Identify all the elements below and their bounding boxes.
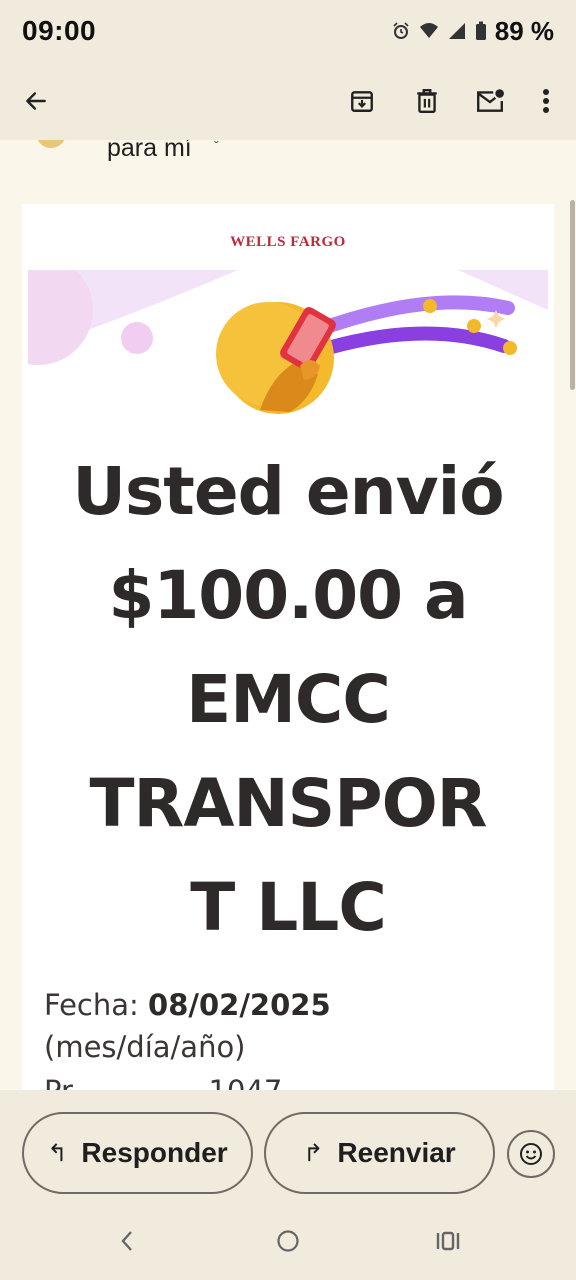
email-body: WELLS FARGO Usted envió $100.00 a EMCC T… xyxy=(22,204,554,1090)
nav-back-button[interactable] xyxy=(112,1226,142,1256)
email-content: para mí ˇ WELLS FARGO Usted envió $100.0… xyxy=(0,140,576,1090)
mail-unread-icon xyxy=(477,89,504,112)
date-format: (mes/día/año) xyxy=(44,1030,246,1064)
chevron-down-icon[interactable]: ˇ xyxy=(214,140,219,154)
battery-percent: 89 % xyxy=(494,15,554,46)
sender-avatar[interactable] xyxy=(36,140,66,148)
scrollbar[interactable] xyxy=(570,200,575,390)
delete-button[interactable] xyxy=(403,77,451,125)
mark-unread-button[interactable] xyxy=(466,77,514,125)
forward-icon: ↱ xyxy=(303,1139,324,1167)
alarm-icon xyxy=(393,22,409,39)
action-bar: ↰ Responder ↱ Reenviar xyxy=(0,1090,576,1202)
screen: 09:00 89 % para mí ˇ WELLS FARGO Usted e… xyxy=(0,0,576,1280)
battery-icon xyxy=(475,21,486,40)
reply-icon: ↰ xyxy=(47,1139,68,1167)
more-vert-icon xyxy=(543,89,549,113)
headline-line-4: TRANSPOR xyxy=(89,765,488,842)
emoji-reaction-button[interactable] xyxy=(507,1130,555,1178)
reply-label: Responder xyxy=(81,1137,228,1168)
archive-icon xyxy=(351,91,373,112)
status-bar: 09:00 89 % xyxy=(0,0,576,62)
app-bar xyxy=(0,62,576,140)
date-detail: Fecha: 08/02/2025 (mes/día/año) xyxy=(44,984,534,1068)
back-button[interactable] xyxy=(12,77,60,125)
nav-recents-button[interactable] xyxy=(433,1226,463,1256)
forward-button[interactable]: ↱ Reenviar xyxy=(264,1112,495,1194)
wifi-icon xyxy=(419,23,438,38)
more-options-button[interactable] xyxy=(522,77,570,125)
date-value: 08/02/2025 xyxy=(148,988,331,1022)
nav-back-icon xyxy=(121,1231,132,1251)
status-icons: 89 % xyxy=(391,16,554,47)
recipient-label[interactable]: para mí xyxy=(107,140,192,163)
nav-home-icon xyxy=(277,1230,299,1252)
headline: Usted envió $100.00 a EMCC TRANSPOR T LL… xyxy=(22,440,554,960)
archive-button[interactable] xyxy=(338,77,386,125)
forward-label: Reenviar xyxy=(337,1137,456,1168)
headline-line-5: T LLC xyxy=(190,869,387,946)
status-time: 09:00 xyxy=(22,15,97,46)
system-nav-bar xyxy=(0,1202,576,1280)
partial-detail-line: Pr...............1047 xyxy=(44,1074,282,1090)
nav-home-button[interactable] xyxy=(273,1226,303,1256)
reply-button[interactable]: ↰ Responder xyxy=(22,1112,253,1194)
brand-logo: WELLS FARGO xyxy=(230,234,346,250)
date-label: Fecha: xyxy=(44,988,139,1022)
headline-line-1: Usted envió xyxy=(72,453,504,530)
headline-line-3: EMCC xyxy=(186,661,391,738)
headline-line-2: $100.00 a xyxy=(108,557,468,634)
banner-illustration xyxy=(28,270,548,420)
trash-icon xyxy=(417,88,437,114)
back-arrow-icon xyxy=(26,92,46,110)
signal-icon xyxy=(448,23,465,39)
nav-recents-icon xyxy=(436,1231,460,1251)
smiley-icon xyxy=(520,1143,542,1165)
